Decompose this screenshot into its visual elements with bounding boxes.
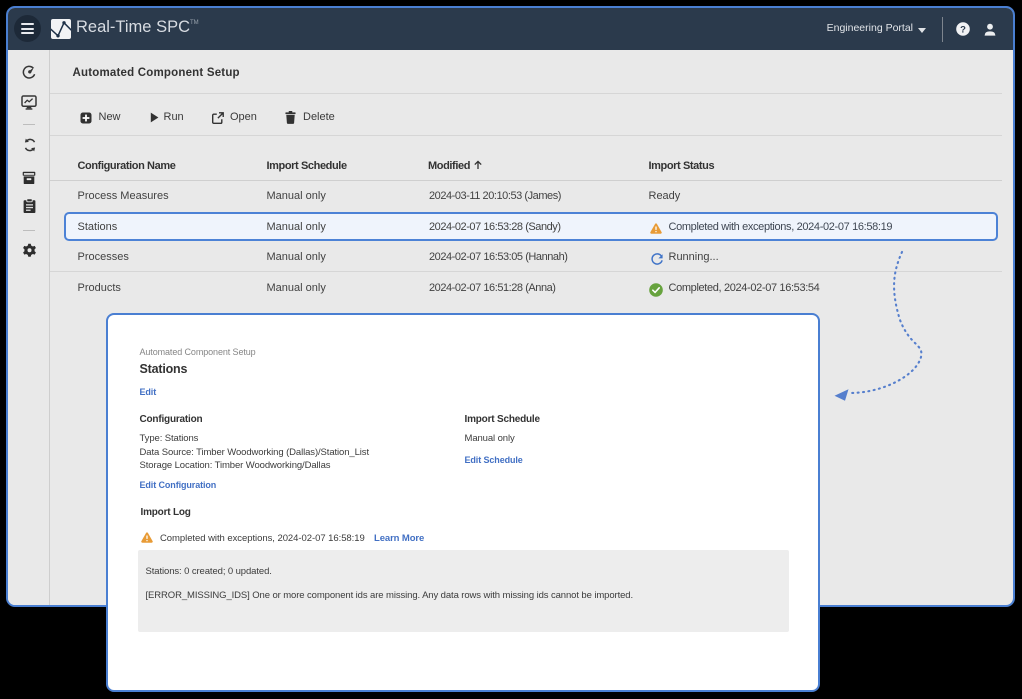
svg-text:?: ? (960, 25, 966, 36)
